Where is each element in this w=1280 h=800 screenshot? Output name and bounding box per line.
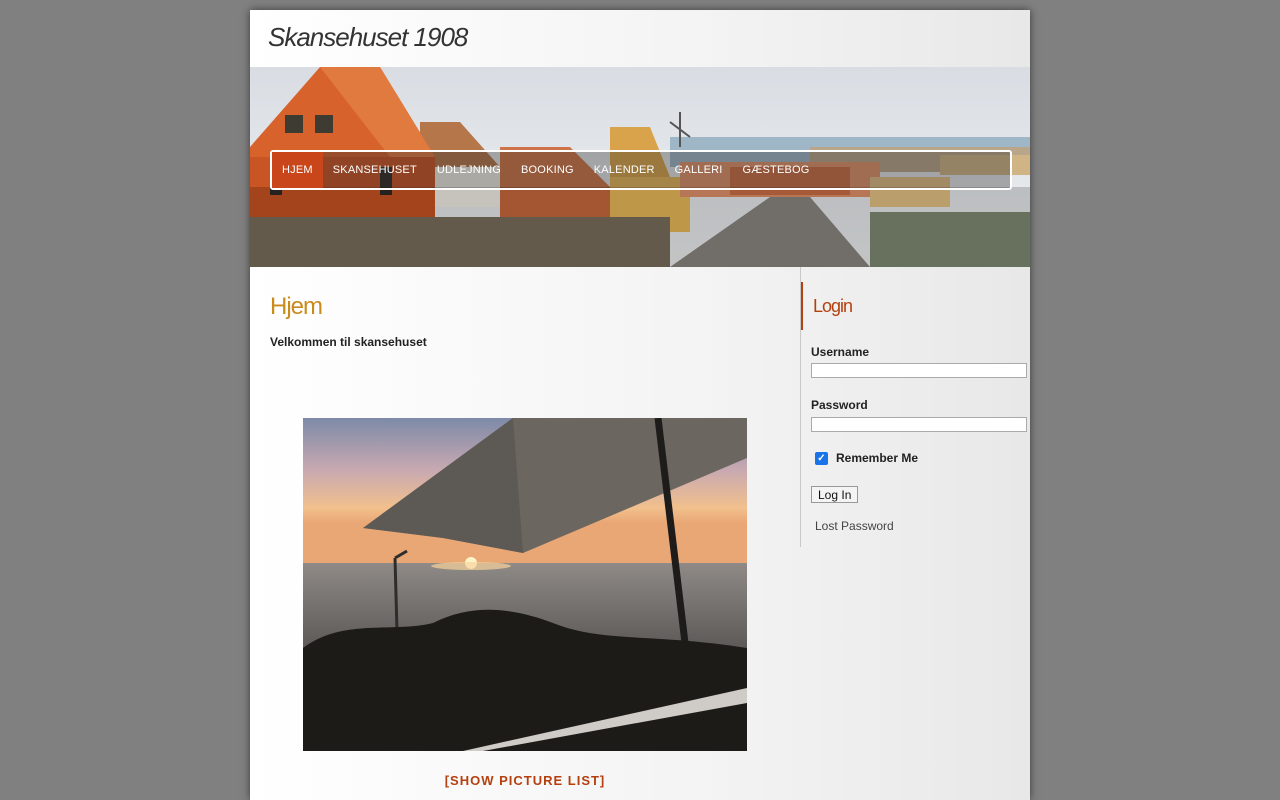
sunset-photo[interactable] — [303, 418, 747, 751]
nav-item-booking[interactable]: BOOKING — [511, 152, 584, 188]
sidebar: Login Username Password ✓ Remember Me Lo… — [800, 267, 1031, 547]
lost-password-link[interactable]: Lost Password — [815, 519, 894, 533]
nav-item-hjem[interactable]: HJEM — [272, 152, 323, 188]
username-label: Username — [811, 345, 870, 359]
page-container: Skansehuset 1908 HJEM SKANSEHUSET UDLEJN… — [250, 10, 1030, 800]
main-content: Hjem Velkommen til skansehuset [SHOW PIC… — [270, 267, 780, 788]
password-field[interactable] — [811, 417, 1027, 432]
password-label: Password — [811, 398, 868, 412]
welcome-text: Velkommen til skansehuset — [270, 335, 427, 349]
main-navigation: HJEM SKANSEHUSET UDLEJNING BOOKING KALEN… — [270, 150, 1012, 190]
username-field[interactable] — [811, 363, 1027, 378]
remember-me-row: ✓ Remember Me — [815, 451, 918, 465]
login-widget-header: Login — [801, 282, 1003, 330]
sunset-umbrella-image — [303, 418, 747, 751]
show-picture-list-link[interactable]: [SHOW PICTURE LIST] — [270, 773, 780, 788]
nav-item-galleri[interactable]: GALLERI — [665, 152, 733, 188]
login-title: Login — [813, 296, 853, 316]
site-title[interactable]: Skansehuset 1908 — [268, 22, 468, 53]
nav-item-udlejning[interactable]: UDLEJNING — [427, 152, 511, 188]
nav-item-kalender[interactable]: KALENDER — [584, 152, 665, 188]
page-heading: Hjem — [270, 293, 323, 320]
nav-item-gaestebog[interactable]: GÆSTEBOG — [733, 152, 820, 188]
log-in-button[interactable]: Log In — [811, 486, 859, 503]
remember-me-label[interactable]: Remember Me — [836, 451, 918, 465]
remember-me-checkbox[interactable]: ✓ — [815, 451, 828, 465]
nav-item-skansehuset[interactable]: SKANSEHUSET — [323, 152, 427, 188]
